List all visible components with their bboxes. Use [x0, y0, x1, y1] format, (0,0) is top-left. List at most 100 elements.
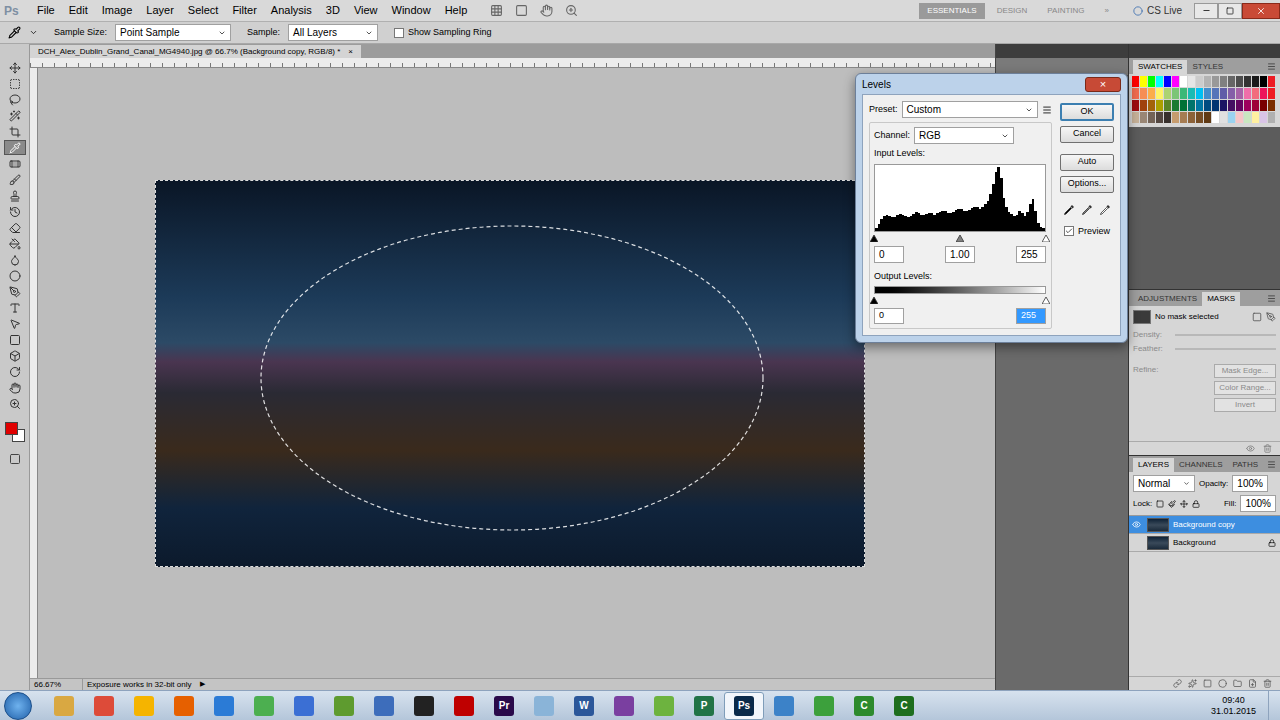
- swatch[interactable]: [1188, 76, 1195, 87]
- tool-button[interactable]: [4, 252, 26, 267]
- tool-button[interactable]: [4, 204, 26, 219]
- swatch[interactable]: [1180, 112, 1187, 123]
- slider-handle-icon[interactable]: [1042, 297, 1050, 304]
- hand-icon[interactable]: [540, 4, 553, 17]
- mask-field[interactable]: Density:: [1129, 328, 1280, 342]
- tool-button[interactable]: [4, 268, 26, 283]
- color-chips[interactable]: [3, 420, 27, 444]
- tool-button[interactable]: [4, 220, 26, 235]
- group-icon[interactable]: [1233, 679, 1242, 688]
- swatch[interactable]: [1164, 112, 1171, 123]
- swatch[interactable]: [1244, 88, 1251, 99]
- swatch[interactable]: [1140, 76, 1147, 87]
- eyedropper-icon[interactable]: [1099, 204, 1111, 216]
- mask-field[interactable]: Feather:: [1129, 342, 1280, 356]
- swatch[interactable]: [1172, 88, 1179, 99]
- maximize-button[interactable]: [1218, 3, 1242, 19]
- swatch[interactable]: [1188, 88, 1195, 99]
- tool-button[interactable]: [4, 380, 26, 395]
- taskbar-app[interactable]: [644, 692, 684, 720]
- tool-button[interactable]: [4, 108, 26, 123]
- zoom-icon[interactable]: [565, 4, 578, 17]
- preset-select[interactable]: Custom: [902, 101, 1038, 118]
- clock[interactable]: 09:4031.01.2015: [1199, 695, 1268, 717]
- swatch[interactable]: [1132, 100, 1139, 111]
- taskbar-app[interactable]: P: [684, 692, 724, 720]
- arrange-icon[interactable]: [490, 4, 503, 17]
- taskbar-app[interactable]: [404, 692, 444, 720]
- swatch[interactable]: [1268, 76, 1275, 87]
- panel-tab[interactable]: MASKS: [1202, 292, 1240, 306]
- tool-button[interactable]: [4, 156, 26, 171]
- swatch[interactable]: [1260, 76, 1267, 87]
- swatch[interactable]: [1204, 100, 1211, 111]
- swatch[interactable]: [1164, 76, 1171, 87]
- swatch[interactable]: [1220, 76, 1227, 87]
- dialog-button[interactable]: OK: [1060, 103, 1114, 121]
- swatch[interactable]: [1156, 100, 1163, 111]
- swatch[interactable]: [1196, 112, 1203, 123]
- panel-tab[interactable]: STYLES: [1187, 60, 1228, 74]
- lock-transparent-icon[interactable]: [1156, 500, 1164, 508]
- taskbar-app[interactable]: [524, 692, 564, 720]
- minimize-button[interactable]: [1194, 3, 1218, 19]
- menu-item[interactable]: File: [30, 2, 62, 19]
- lock-pixels-icon[interactable]: [1168, 500, 1176, 508]
- taskbar-app[interactable]: Pr: [484, 692, 524, 720]
- taskbar-app[interactable]: [364, 692, 404, 720]
- swatch[interactable]: [1252, 76, 1259, 87]
- tool-button[interactable]: [4, 60, 26, 75]
- quick-mask-icon[interactable]: [9, 453, 21, 465]
- swatch[interactable]: [1204, 88, 1211, 99]
- swatch[interactable]: [1268, 100, 1275, 111]
- swatch[interactable]: [1236, 76, 1243, 87]
- panel-menu-icon[interactable]: [1267, 460, 1276, 469]
- lock-all-icon[interactable]: [1192, 500, 1200, 508]
- swatch[interactable]: [1156, 112, 1163, 123]
- swatch[interactable]: [1220, 100, 1227, 111]
- tool-button[interactable]: [4, 140, 26, 155]
- swatch[interactable]: [1132, 112, 1139, 123]
- swatch[interactable]: [1140, 112, 1147, 123]
- panel-tab[interactable]: ADJUSTMENTS: [1133, 292, 1202, 306]
- status-arrow[interactable]: ▶: [200, 679, 205, 690]
- tool-button[interactable]: [4, 172, 26, 187]
- slider-handle-icon[interactable]: [870, 235, 878, 242]
- taskbar-app[interactable]: [84, 692, 124, 720]
- swatch[interactable]: [1244, 76, 1251, 87]
- swatch[interactable]: [1236, 112, 1243, 123]
- taskbar-app[interactable]: [44, 692, 84, 720]
- sample-select[interactable]: All Layers: [288, 24, 378, 41]
- swatch[interactable]: [1164, 100, 1171, 111]
- taskbar-app[interactable]: [204, 692, 244, 720]
- swatch[interactable]: [1140, 100, 1147, 111]
- taskbar-app[interactable]: [284, 692, 324, 720]
- channel-select[interactable]: RGB: [914, 127, 1014, 144]
- swatch[interactable]: [1156, 76, 1163, 87]
- dialog-close[interactable]: ×: [1085, 77, 1121, 92]
- fill-field[interactable]: 100%: [1240, 495, 1276, 512]
- tool-button[interactable]: [4, 76, 26, 91]
- taskbar-app[interactable]: [804, 692, 844, 720]
- swatch[interactable]: [1268, 112, 1275, 123]
- lock-position-icon[interactable]: [1180, 500, 1188, 508]
- swatch[interactable]: [1196, 76, 1203, 87]
- dialog-button[interactable]: Options...: [1060, 176, 1114, 193]
- output-value[interactable]: 0: [874, 308, 904, 324]
- slider-handle-icon[interactable]: [1042, 235, 1050, 242]
- panel-tab[interactable]: SWATCHES: [1133, 60, 1187, 74]
- eyedropper-icon[interactable]: [1081, 204, 1093, 216]
- panel-menu-icon[interactable]: [1267, 294, 1276, 303]
- swatch[interactable]: [1212, 88, 1219, 99]
- layer-row[interactable]: Background copy: [1129, 516, 1280, 534]
- output-slider[interactable]: [874, 297, 1046, 305]
- input-value[interactable]: 0: [874, 246, 904, 263]
- eyedropper-icon[interactable]: [1063, 204, 1075, 216]
- swatch[interactable]: [1228, 88, 1235, 99]
- new-layer-icon[interactable]: [1248, 679, 1257, 688]
- tab-close[interactable]: ×: [348, 46, 353, 58]
- tool-button[interactable]: [4, 396, 26, 411]
- swatch[interactable]: [1228, 76, 1235, 87]
- close-button[interactable]: [1242, 3, 1280, 19]
- menu-item[interactable]: Window: [385, 2, 438, 19]
